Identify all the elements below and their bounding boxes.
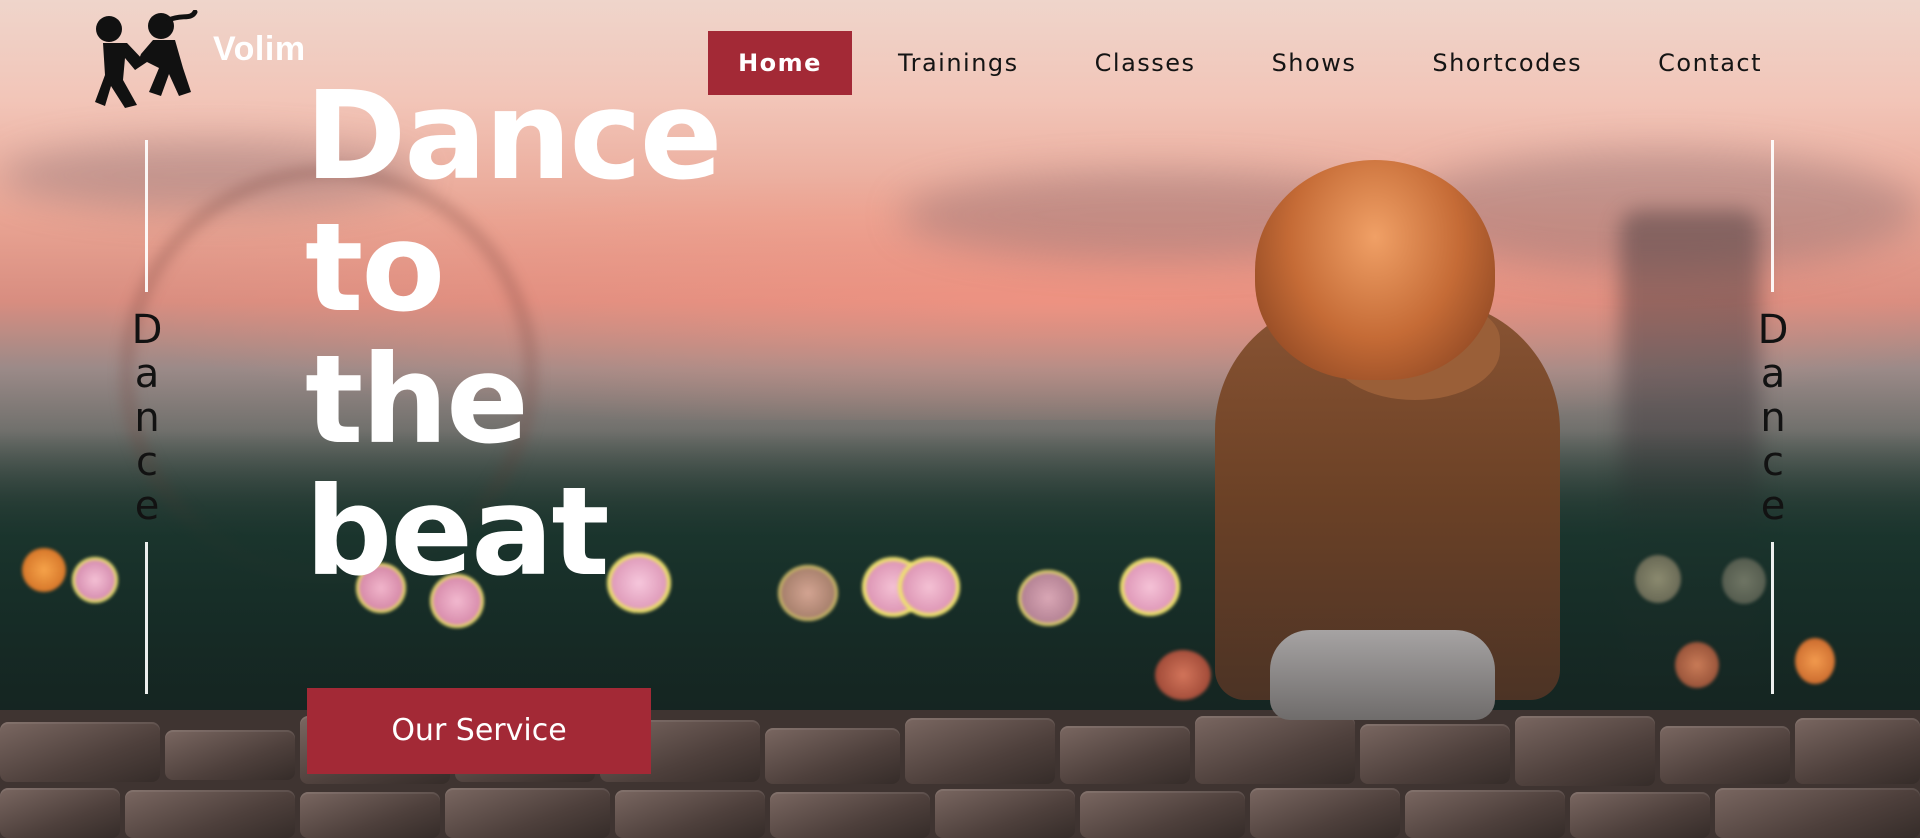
side-text-letter: D [131, 307, 163, 353]
nav-item-shortcodes[interactable]: Shortcodes [1394, 31, 1620, 95]
side-text-letter: a [1760, 351, 1786, 397]
nav-item-classes[interactable]: Classes [1057, 31, 1234, 95]
headline-line: Dance [305, 65, 723, 207]
side-text-letter: D [1757, 307, 1789, 353]
headline-line: the [305, 329, 529, 471]
nav-item-home[interactable]: Home [708, 31, 852, 95]
headline-line: beat [305, 461, 610, 603]
divider-line [1771, 140, 1774, 292]
side-text-letter: n [1760, 395, 1786, 441]
nav-item-shows[interactable]: Shows [1234, 31, 1395, 95]
right-side-decoration: D a n c e [1743, 140, 1803, 695]
side-text-letter: n [134, 395, 160, 441]
vertical-side-text: D a n c e [117, 308, 177, 528]
side-text-letter: e [1760, 483, 1786, 529]
left-side-decoration: D a n c e [117, 140, 177, 695]
divider-line [1771, 542, 1774, 694]
headline-line: to [305, 197, 445, 339]
divider-line [145, 542, 148, 694]
our-service-button[interactable]: Our Service [307, 688, 651, 774]
brand-logo[interactable]: Volim [95, 10, 306, 110]
brand-name: Volim [213, 29, 306, 68]
hero-background-image [0, 0, 1920, 838]
divider-line [145, 140, 148, 292]
nav-item-contact[interactable]: Contact [1620, 31, 1800, 95]
nav-item-trainings[interactable]: Trainings [860, 31, 1057, 95]
side-text-letter: a [134, 351, 160, 397]
hero-headline: Dance to the beat [305, 65, 723, 603]
side-text-letter: c [1762, 439, 1784, 485]
side-text-letter: c [136, 439, 158, 485]
dancing-couple-icon [95, 10, 207, 110]
vertical-side-text: D a n c e [1743, 308, 1803, 528]
main-nav: Home Trainings Classes Shows Shortcodes … [708, 31, 1800, 95]
side-text-letter: e [134, 483, 160, 529]
